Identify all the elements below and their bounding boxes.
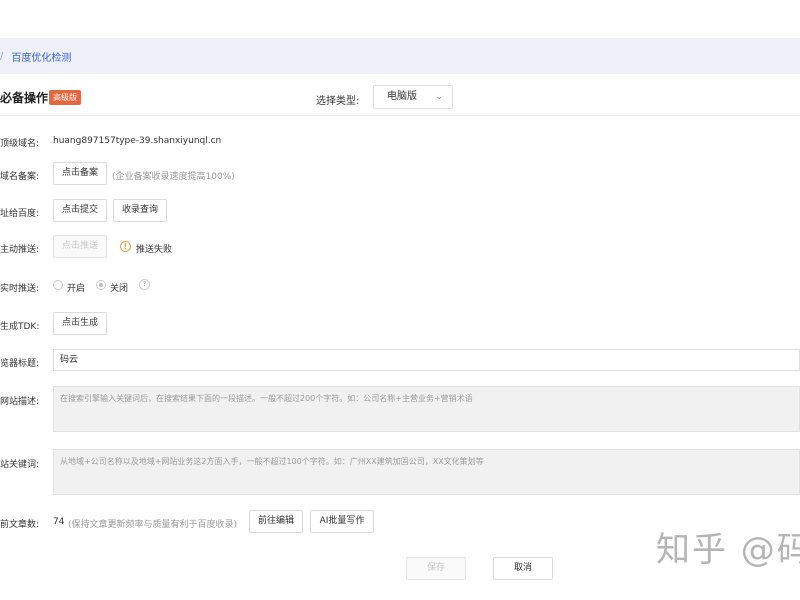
cancel-button[interactable]: 取消 [493, 557, 553, 580]
submit-label: 址给百度: [0, 209, 40, 219]
realtime-off-radio[interactable] [96, 280, 106, 290]
breadcrumb: / 百度优化检测 [0, 38, 800, 74]
description-textarea[interactable]: 在搜索引擎输入关键词后，在搜索结果下面的一段描述。一般不超过200个字符。如：公… [53, 386, 800, 432]
articles-hint: (保持文章更新频率与质量有利于百度收录) [68, 520, 238, 530]
warning-icon: ! [120, 241, 131, 252]
icp-button[interactable]: 点击备案 [53, 162, 107, 185]
save-button[interactable]: 保存 [406, 557, 466, 580]
icp-label: 域名备案: [0, 172, 40, 182]
edit-articles-button[interactable]: 前往编辑 [249, 510, 303, 533]
push-label: 主动推送: [0, 245, 40, 255]
page-root: / 百度优化检测 必备操作 高级版 选择类型: 电脑版 ⌄ 顶级域名: huan… [0, 0, 800, 600]
ai-batch-write-button[interactable]: AI批量写作 [310, 510, 374, 533]
articles-count: 74 [53, 517, 65, 527]
generate-tdk-button[interactable]: 点击生成 [53, 312, 107, 335]
advanced-badge: 高级版 [49, 90, 81, 105]
help-icon[interactable]: ? [139, 279, 150, 290]
type-select[interactable]: 电脑版 ⌄ [373, 85, 453, 109]
keywords-textarea[interactable]: 从地域+公司名称以及地域+网站业务这2方面入手，一般不超过100个字符。如：广州… [53, 449, 800, 495]
browser-title-input[interactable]: 码云 [53, 349, 800, 371]
type-select-value: 电脑版 [387, 91, 417, 102]
submit-button[interactable]: 点击提交 [53, 199, 107, 222]
index-query-button[interactable]: 收录查询 [113, 199, 167, 222]
domain-label: 顶级域名: [0, 139, 40, 149]
realtime-on-label: 开启 [67, 284, 86, 294]
section-header: 必备操作 高级版 选择类型: 电脑版 ⌄ [0, 80, 800, 116]
browser-title-label: 览器标题: [0, 359, 40, 369]
articles-label: 前文章数: [0, 520, 40, 530]
push-status: 推送失败 [136, 245, 173, 255]
tdk-label: 生成TDK: [0, 322, 40, 332]
breadcrumb-current[interactable]: 百度优化检测 [11, 49, 71, 64]
realtime-label: 实时推送: [0, 284, 40, 294]
watermark: 知乎 @码 [656, 530, 800, 570]
chevron-down-icon: ⌄ [435, 92, 443, 102]
breadcrumb-separator: / [0, 50, 4, 62]
top-strip [0, 0, 800, 38]
realtime-off-label: 关闭 [110, 284, 129, 294]
keywords-label: 站关键词: [0, 460, 40, 470]
realtime-on-radio[interactable] [53, 280, 63, 290]
push-button[interactable]: 点击推送 [53, 235, 107, 258]
type-select-label: 选择类型: [316, 96, 360, 107]
icp-hint: (企业备案收录速度提高100%) [112, 172, 235, 182]
section-title: 必备操作 [0, 91, 49, 105]
description-label: 网站描述: [0, 397, 40, 407]
domain-value: huang897157type-39.shanxiyunql.cn [53, 136, 222, 146]
